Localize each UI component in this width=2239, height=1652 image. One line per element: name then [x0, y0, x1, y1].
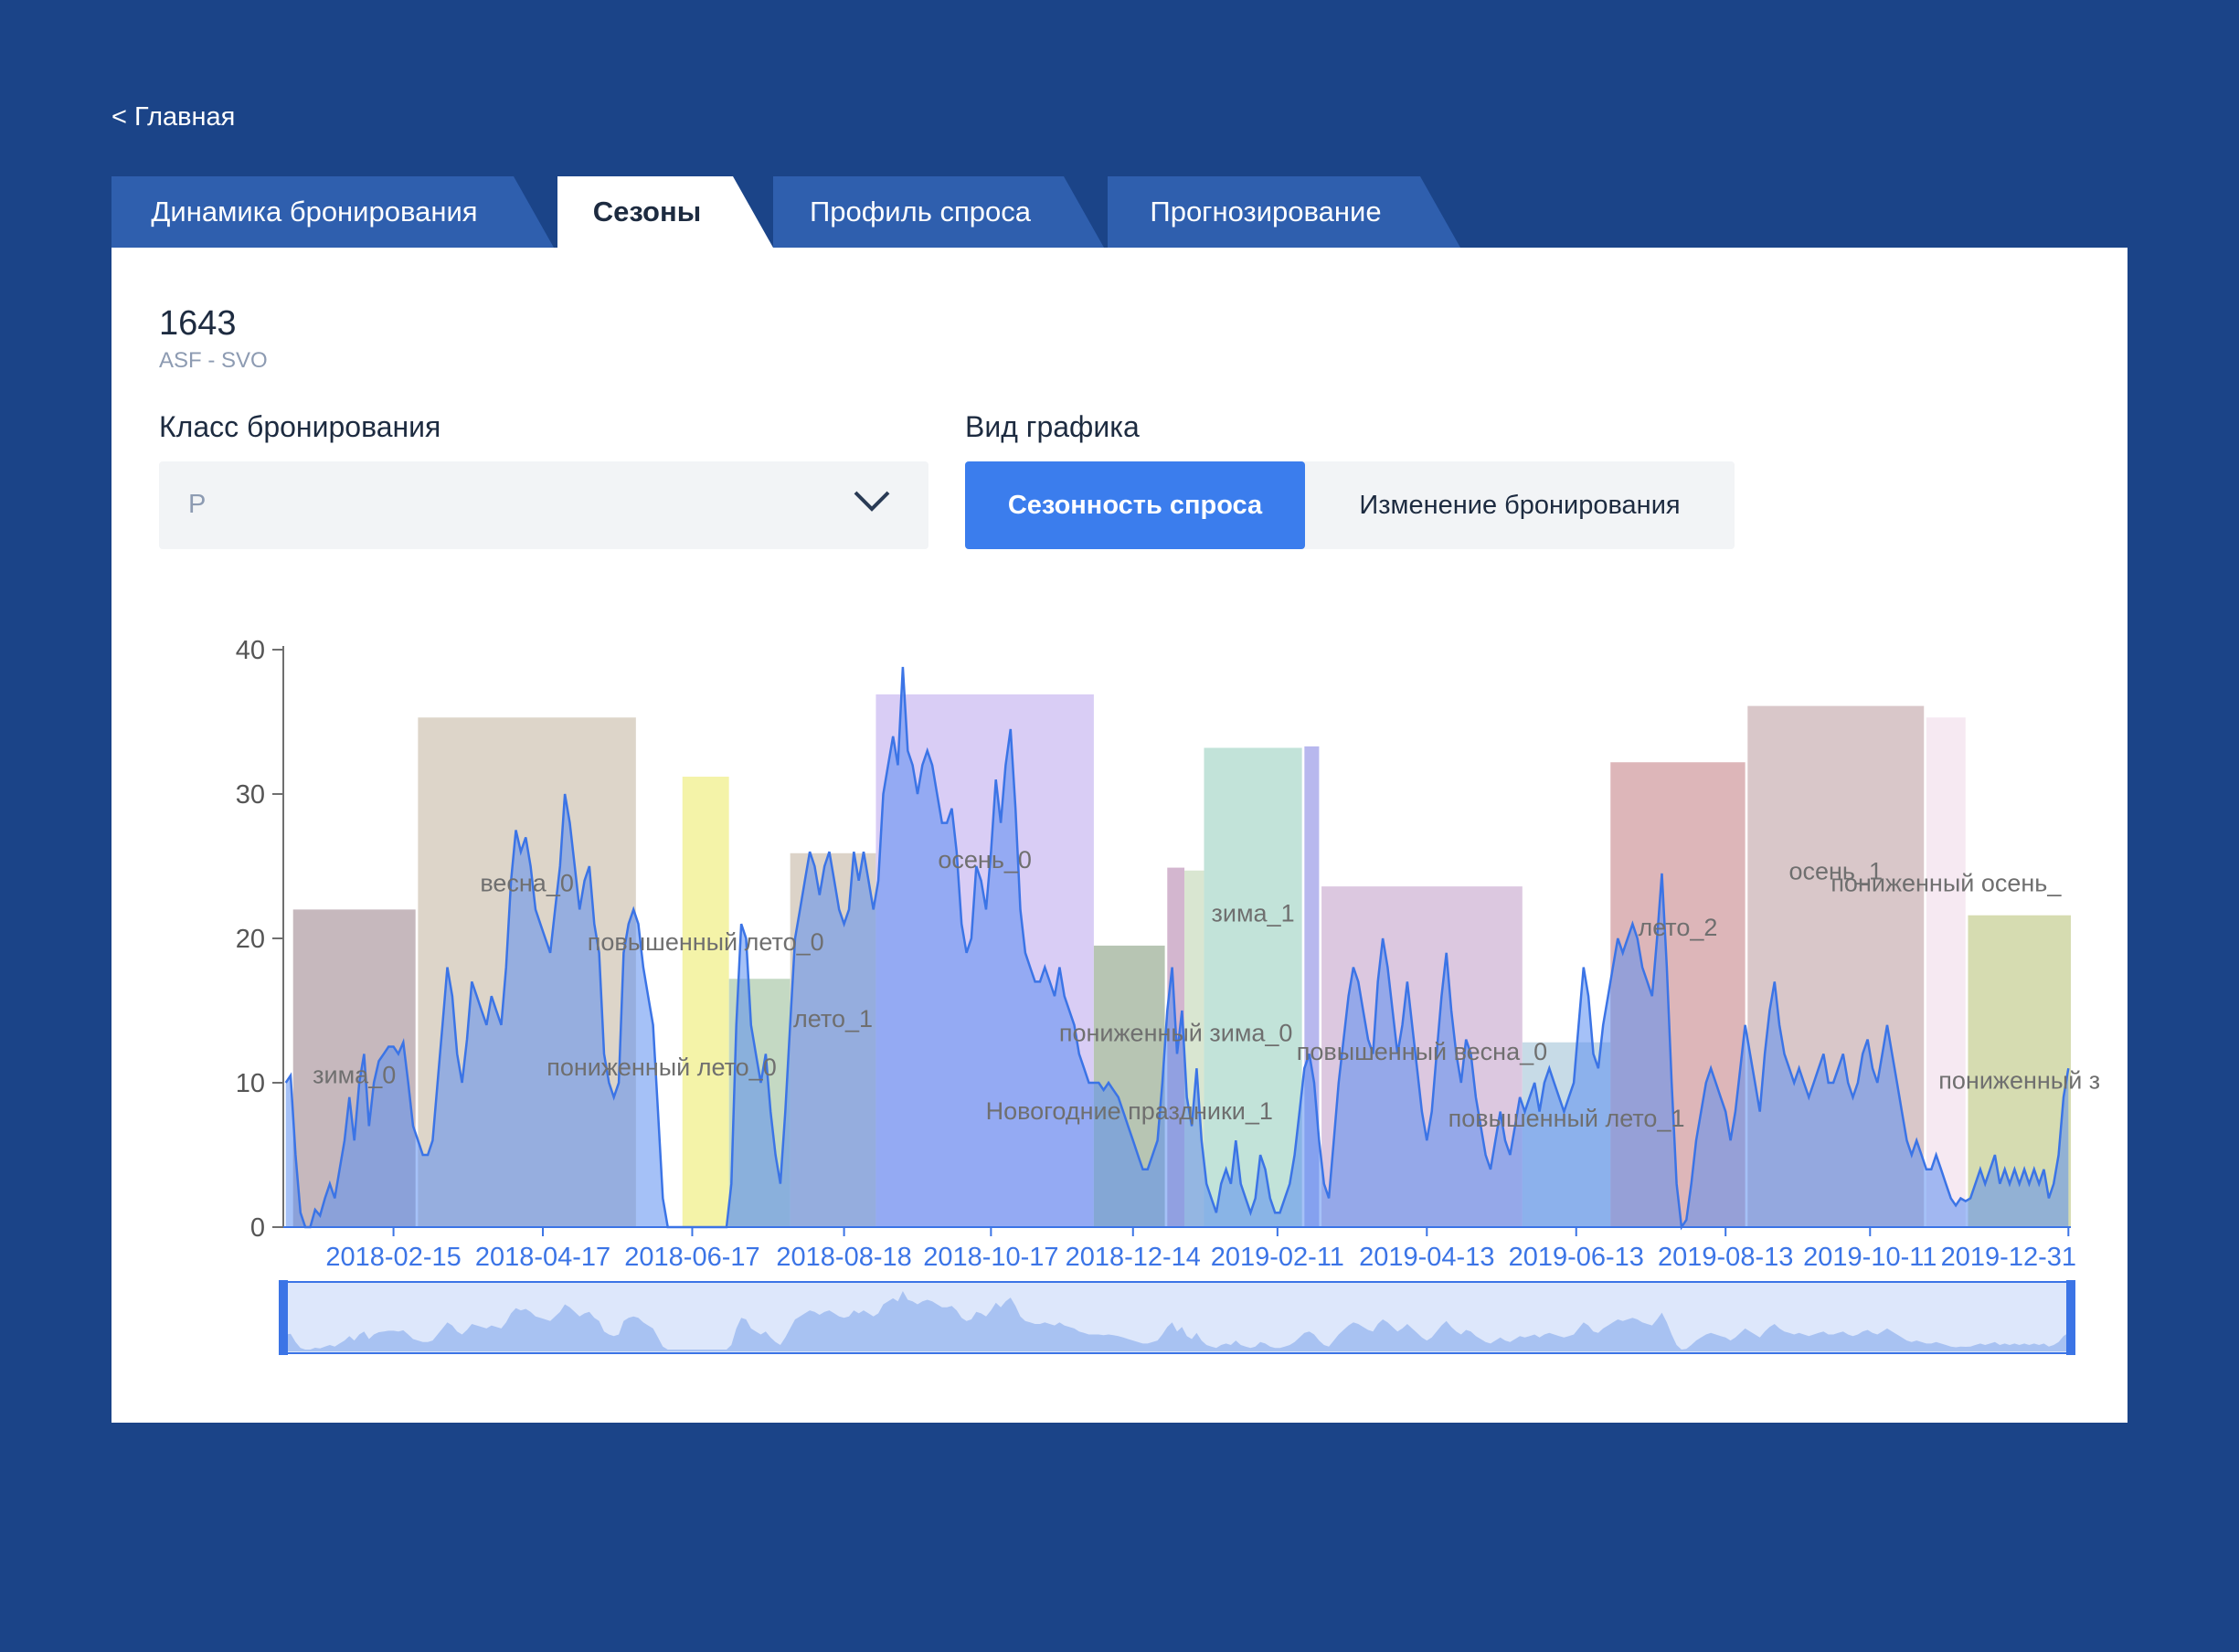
season-label: весна_0 [480, 869, 574, 896]
x-tick-label: 2018-04-17 [475, 1243, 610, 1272]
season-label: повышенный весна_0 [1297, 1038, 1547, 1065]
season-label: лето_2 [1638, 914, 1717, 941]
season-label: повышенный лето_0 [588, 928, 824, 956]
x-tick-label: 2018-12-14 [1066, 1243, 1201, 1272]
tab-label: Сезоны [592, 196, 702, 228]
y-tick-label: 10 [236, 1069, 265, 1098]
range-slider-left-handle[interactable] [279, 1280, 288, 1355]
x-tick-label: 2019-12-31 [1941, 1243, 2076, 1272]
tab-forecasting[interactable]: Прогнозирование [1108, 176, 1460, 248]
range-slider-right-handle[interactable] [2066, 1280, 2075, 1355]
x-tick-label: 2019-10-11 [1803, 1243, 1937, 1272]
x-tick-label: 2018-10-17 [923, 1243, 1058, 1272]
tab-seasons[interactable]: Сезоны [557, 176, 773, 248]
x-tick-label: 2018-06-17 [624, 1243, 759, 1272]
season-label: пониженный осень_ [1830, 869, 2062, 896]
tab-bar: Динамика бронирования Сезоны Профиль спр… [111, 176, 1482, 248]
x-tick-label: 2019-06-13 [1509, 1243, 1644, 1272]
y-tick-label: 30 [236, 780, 265, 810]
back-to-main-link[interactable]: < Главная [111, 102, 235, 132]
y-tick-label: 40 [236, 636, 265, 665]
tab-label: Прогнозирование [1150, 196, 1382, 228]
season-label: пониженный зима_0 [1059, 1020, 1293, 1047]
seasonality-chart: зима_0 весна_0 пониженный лето_0 повышенный… [236, 636, 2100, 1355]
season-bar [1926, 717, 1966, 1227]
tab-demand-profile[interactable]: Профиль спроса [773, 176, 1104, 248]
season-bar [1204, 747, 1302, 1227]
season-label: пониженный з [1938, 1067, 2100, 1095]
season-label: осень_0 [938, 846, 1032, 874]
season-bar [682, 777, 729, 1227]
tab-label: Профиль спроса [810, 196, 1031, 228]
y-tick-label: 0 [250, 1213, 265, 1243]
tab-label: Динамика бронирования [151, 196, 478, 228]
tab-booking-dynamics[interactable]: Динамика бронирования [111, 176, 554, 248]
seasons-panel: 1643 ASF - SVO Класс бронирования P Вид … [111, 248, 2128, 1423]
season-label: Новогодние праздники_1 [986, 1097, 1273, 1125]
x-tick-label: 2019-02-11 [1211, 1243, 1344, 1272]
season-label: пониженный лето_0 [546, 1054, 777, 1081]
x-tick-label: 2018-08-18 [776, 1243, 911, 1272]
season-label: лето_1 [793, 1005, 873, 1032]
x-tick-label: 2019-08-13 [1658, 1243, 1793, 1272]
x-tick-label: 2019-04-13 [1359, 1243, 1494, 1272]
y-tick-label: 20 [236, 925, 265, 954]
season-label: зима_1 [1212, 899, 1295, 927]
season-label: зима_0 [313, 1061, 396, 1088]
season-label: повышенный лето_1 [1448, 1105, 1685, 1132]
x-tick-label: 2018-02-15 [325, 1243, 461, 1272]
